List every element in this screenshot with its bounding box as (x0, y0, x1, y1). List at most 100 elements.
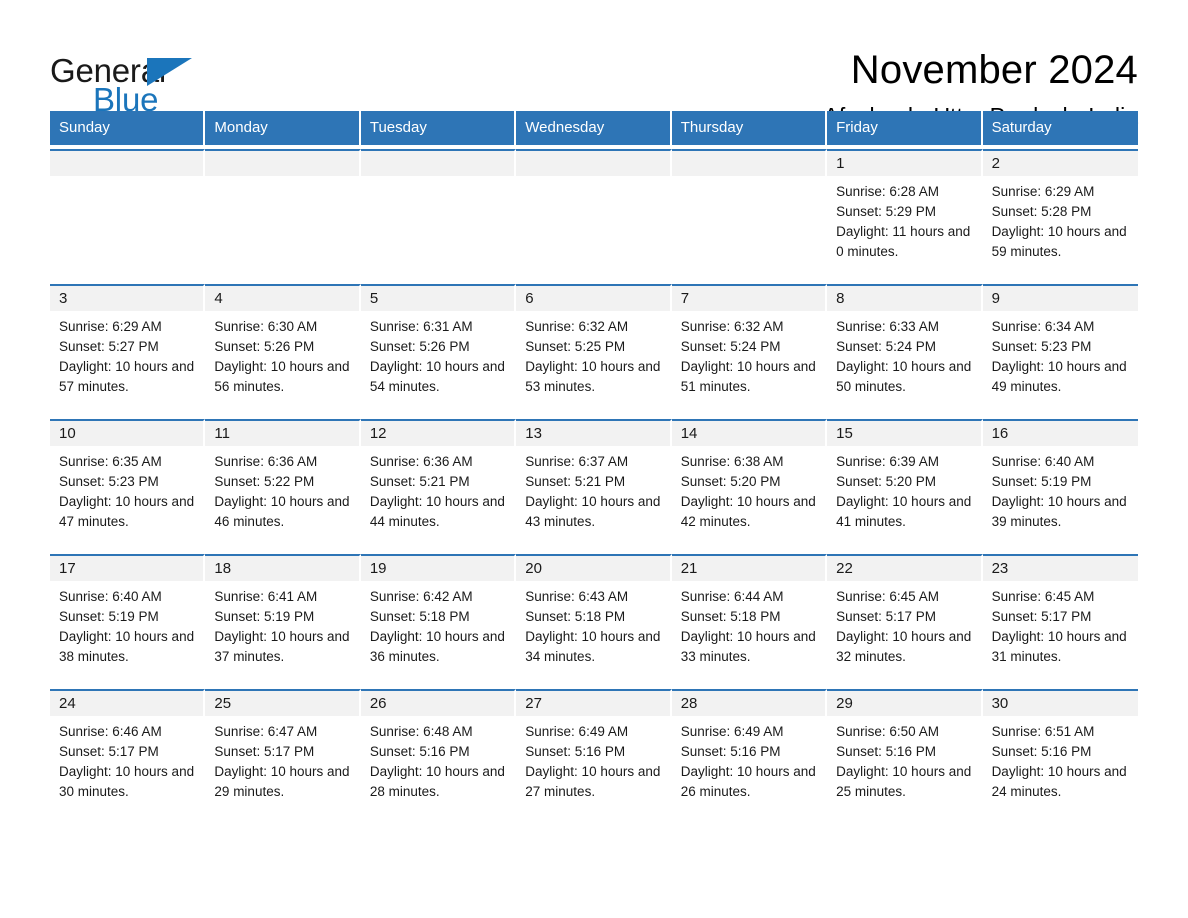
day-cell[interactable]: 17 Sunrise: 6:40 AM Sunset: 5:19 PM Dayligh… (50, 554, 206, 685)
day-cell[interactable]: 10 Sunrise: 6:35 AM Sunset: 5:23 PM Dayligh… (50, 419, 206, 550)
day-number: 13 (525, 425, 542, 442)
day-cell[interactable]: 23 Sunrise: 6:45 AM Sunset: 5:17 PM Dayligh… (982, 554, 1138, 685)
sunset-text: Sunset: 5:18 PM (369, 609, 470, 624)
day-cell[interactable]: 28 Sunrise: 6:49 AM Sunset: 5:16 PM Dayligh… (671, 689, 828, 820)
sunset-text: Sunset: 5:16 PM (525, 744, 626, 759)
day-number-band: 7 (671, 286, 826, 311)
day-number: 8 (836, 290, 845, 307)
day-number-band (671, 151, 826, 176)
day-sun-info: Sunrise: 6:38 AM Sunset: 5:20 PM Daylight:… (672, 446, 825, 532)
day-number-band: 27 (516, 691, 670, 716)
day-sun-info: Sunrise: 6:47 AM Sunset: 5:17 PM Daylight:… (205, 716, 358, 802)
day-number-band: 22 (827, 556, 981, 581)
sunrise-text: Sunrise: 6:36 AM (369, 454, 473, 469)
day-number-band: 17 (50, 556, 204, 581)
day-cell[interactable]: 26 Sunrise: 6:48 AM Sunset: 5:16 PM Dayligh… (360, 689, 517, 820)
sunset-text: Sunset: 5:17 PM (59, 744, 159, 759)
day-cell[interactable]: 30 Sunrise: 6:51 AM Sunset: 5:16 PM Dayligh… (982, 689, 1138, 820)
day-cell[interactable]: 8 Sunrise: 6:33 AM Sunset: 5:24 PM Daylight… (827, 284, 983, 415)
day-cell[interactable]: 27 Sunrise: 6:49 AM Sunset: 5:16 PM Dayligh… (516, 689, 672, 820)
day-number-band: 29 (827, 691, 981, 716)
day-cell[interactable]: 4 Sunrise: 6:30 AM Sunset: 5:26 PM Daylight… (205, 284, 361, 415)
day-cell[interactable]: 2 Sunrise: 6:29 AM Sunset: 5:28 PM Daylight… (982, 149, 1138, 280)
day-cell[interactable]: 13 Sunrise: 6:37 AM Sunset: 5:21 PM Dayligh… (516, 419, 672, 550)
day-number-band: 28 (671, 691, 826, 716)
day-number-band: 9 (982, 286, 1138, 311)
day-number: 29 (836, 695, 853, 712)
sunrise-text: Sunrise: 6:49 AM (680, 724, 784, 739)
day-cell[interactable]: 3 Sunrise: 6:29 AM Sunset: 5:27 PM Daylight… (50, 284, 206, 415)
day-cell[interactable]: 20 Sunrise: 6:43 AM Sunset: 5:18 PM Dayligh… (516, 554, 672, 685)
daylight-text: Daylight: 10 hours and 49 minutes. (991, 359, 1127, 394)
sunset-text: Sunset: 5:21 PM (369, 474, 470, 489)
sunset-text: Sunset: 5:29 PM (836, 204, 936, 219)
day-number: 2 (991, 155, 1000, 172)
day-number: 26 (369, 695, 387, 712)
sunrise-text: Sunrise: 6:42 AM (369, 589, 473, 604)
sunset-text: Sunset: 5:28 PM (991, 204, 1092, 219)
sunrise-text: Sunrise: 6:29 AM (59, 319, 162, 334)
sunrise-text: Sunrise: 6:32 AM (525, 319, 629, 334)
day-number-band: 30 (982, 691, 1138, 716)
daylight-text: Daylight: 10 hours and 50 minutes. (836, 359, 972, 394)
sunset-text: Sunset: 5:27 PM (59, 339, 159, 354)
day-number: 15 (836, 425, 853, 442)
day-sun-info: Sunrise: 6:41 AM Sunset: 5:19 PM Daylight:… (205, 581, 358, 667)
day-cell[interactable]: 1 Sunrise: 6:28 AM Sunset: 5:29 PM Daylight… (827, 149, 983, 280)
calendar-page: General Blue November 2024 Afzalgarh, Ut… (0, 0, 1188, 918)
day-number-band (205, 151, 359, 176)
daylight-text: Daylight: 10 hours and 46 minutes. (214, 494, 350, 529)
daylight-text: Daylight: 10 hours and 24 minutes. (991, 764, 1127, 799)
day-number: 16 (991, 425, 1009, 442)
sunrise-text: Sunrise: 6:36 AM (214, 454, 318, 469)
calendar-week-row: 24 Sunrise: 6:46 AM Sunset: 5:17 PM Dayligh… (50, 689, 1138, 820)
daylight-text: Daylight: 10 hours and 37 minutes. (214, 629, 350, 664)
day-cell[interactable]: 6 Sunrise: 6:32 AM Sunset: 5:25 PM Daylight… (516, 284, 672, 415)
day-number-band: 15 (827, 421, 981, 446)
day-cell[interactable]: 22 Sunrise: 6:45 AM Sunset: 5:17 PM Dayligh… (827, 554, 983, 685)
day-number: 24 (59, 695, 76, 712)
day-number-band: 14 (671, 421, 826, 446)
day-sun-info: Sunrise: 6:39 AM Sunset: 5:20 PM Daylight:… (827, 446, 980, 532)
day-sun-info: Sunrise: 6:49 AM Sunset: 5:16 PM Daylight:… (516, 716, 669, 802)
day-number-band: 24 (50, 691, 204, 716)
day-cell[interactable]: 18 Sunrise: 6:41 AM Sunset: 5:19 PM Dayligh… (205, 554, 361, 685)
day-cell[interactable]: 21 Sunrise: 6:44 AM Sunset: 5:18 PM Dayligh… (671, 554, 828, 685)
day-cell[interactable]: 15 Sunrise: 6:39 AM Sunset: 5:20 PM Dayligh… (827, 419, 983, 550)
daylight-text: Daylight: 10 hours and 56 minutes. (214, 359, 350, 394)
sunset-text: Sunset: 5:25 PM (525, 339, 626, 354)
day-number: 1 (836, 155, 845, 172)
generalblue-logo[interactable]: General Blue (50, 47, 200, 119)
day-cell-empty (360, 149, 517, 280)
day-cell[interactable]: 12 Sunrise: 6:36 AM Sunset: 5:21 PM Dayligh… (360, 419, 517, 550)
daylight-text: Daylight: 11 hours and 0 minutes. (836, 224, 971, 259)
day-cell[interactable]: 11 Sunrise: 6:36 AM Sunset: 5:22 PM Dayligh… (205, 419, 361, 550)
day-number: 18 (214, 560, 232, 577)
sunset-text: Sunset: 5:24 PM (680, 339, 781, 354)
sunrise-text: Sunrise: 6:46 AM (59, 724, 162, 739)
day-cell[interactable]: 19 Sunrise: 6:42 AM Sunset: 5:18 PM Dayligh… (360, 554, 517, 685)
day-sun-info: Sunrise: 6:29 AM Sunset: 5:27 PM Daylight:… (50, 311, 203, 397)
day-cell[interactable]: 9 Sunrise: 6:34 AM Sunset: 5:23 PM Daylight… (982, 284, 1138, 415)
sunset-text: Sunset: 5:22 PM (214, 474, 315, 489)
day-number: 17 (59, 560, 76, 577)
day-number: 20 (525, 560, 542, 577)
day-number-band: 5 (360, 286, 515, 311)
sunset-text: Sunset: 5:16 PM (369, 744, 470, 759)
day-cell[interactable]: 16 Sunrise: 6:40 AM Sunset: 5:19 PM Dayligh… (982, 419, 1138, 550)
day-number-band: 16 (982, 421, 1138, 446)
day-number-band: 18 (205, 556, 359, 581)
day-cell[interactable]: 29 Sunrise: 6:50 AM Sunset: 5:16 PM Dayligh… (827, 689, 983, 820)
day-cell[interactable]: 24 Sunrise: 6:46 AM Sunset: 5:17 PM Dayligh… (50, 689, 206, 820)
day-cell[interactable]: 25 Sunrise: 6:47 AM Sunset: 5:17 PM Dayligh… (205, 689, 361, 820)
sunset-text: Sunset: 5:18 PM (525, 609, 626, 624)
day-number-band (360, 151, 515, 176)
day-sun-info: Sunrise: 6:49 AM Sunset: 5:16 PM Daylight:… (672, 716, 825, 802)
day-number: 10 (59, 425, 76, 442)
day-cell[interactable]: 7 Sunrise: 6:32 AM Sunset: 5:24 PM Daylight… (671, 284, 828, 415)
sunrise-text: Sunrise: 6:28 AM (836, 184, 939, 199)
day-sun-info: Sunrise: 6:40 AM Sunset: 5:19 PM Daylight:… (50, 581, 203, 667)
sunset-text: Sunset: 5:23 PM (991, 339, 1092, 354)
day-cell[interactable]: 14 Sunrise: 6:38 AM Sunset: 5:20 PM Dayligh… (671, 419, 828, 550)
day-cell[interactable]: 5 Sunrise: 6:31 AM Sunset: 5:26 PM Daylight… (360, 284, 517, 415)
